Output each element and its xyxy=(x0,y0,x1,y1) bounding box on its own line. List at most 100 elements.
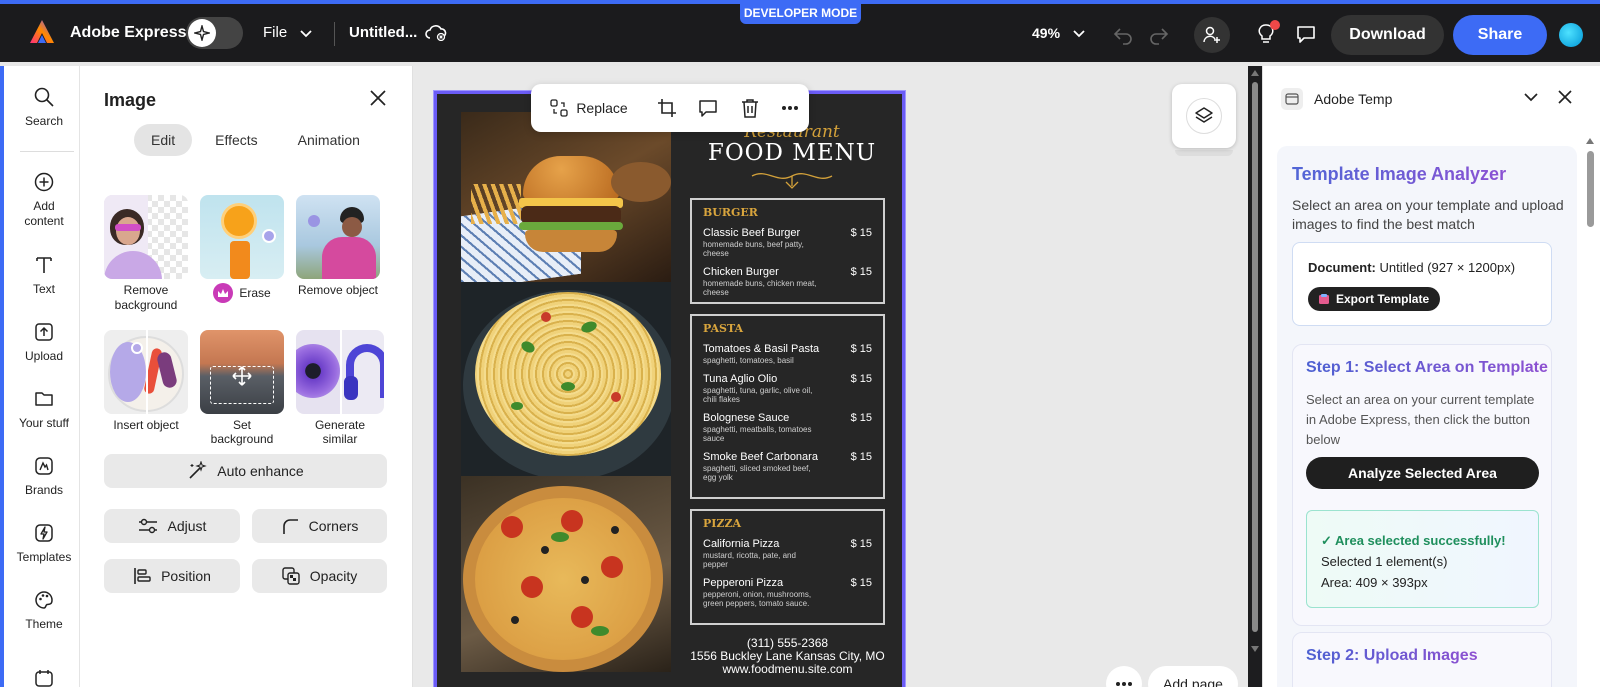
opacity-label: Opacity xyxy=(309,568,358,584)
delete-button[interactable] xyxy=(729,84,771,132)
scrollbar-thumb[interactable] xyxy=(1587,151,1594,227)
rail-item-your-stuff[interactable]: Your stuff xyxy=(4,386,84,430)
tab-edit[interactable]: Edit xyxy=(134,124,193,156)
crop-icon xyxy=(658,99,676,117)
addon-scrollbar[interactable] xyxy=(1583,136,1597,686)
remove-background-tool[interactable]: Remove background xyxy=(104,195,188,313)
set-background-tool[interactable]: Set background xyxy=(200,330,284,446)
step1-description: Select an area on your current template … xyxy=(1306,392,1535,447)
pizza-section[interactable]: PIZZA California Pizza $ 15 mustard, ric… xyxy=(690,509,885,625)
burger-section[interactable]: BURGER Classic Beef Burger $ 15 homemade… xyxy=(690,198,885,304)
dish-item: Smoke Beef Carbonara $ 15 spaghetti, sli… xyxy=(703,451,872,482)
analyze-area-button[interactable]: Analyze Selected Area xyxy=(1306,457,1539,489)
pasta-section[interactable]: PASTA Tomatoes & Basil Pasta $ 15 spaghe… xyxy=(690,314,885,499)
adjust-label: Adjust xyxy=(167,518,207,534)
left-rail: Search Add content Text Upload Your stuf… xyxy=(0,66,80,687)
avatar[interactable] xyxy=(1559,23,1583,47)
corners-button[interactable]: Corners xyxy=(252,509,387,543)
developer-mode-badge: DEVELOPER MODE xyxy=(740,4,861,24)
position-label: Position xyxy=(161,568,211,584)
pizza-photo[interactable] xyxy=(461,476,671,672)
scrollbar-thumb[interactable] xyxy=(1252,82,1258,632)
dish-description: mustard, ricotta, pate, and pepper xyxy=(703,551,796,569)
divider xyxy=(334,22,335,46)
tab-effects[interactable]: Effects xyxy=(198,124,275,156)
context-toolbar: Replace xyxy=(531,84,809,132)
replace-button[interactable]: Replace xyxy=(531,84,647,132)
zoom-control[interactable]: 49% xyxy=(1032,25,1086,41)
rail-item-more[interactable] xyxy=(4,665,84,687)
close-icon[interactable] xyxy=(1556,88,1574,106)
dish-description: spaghetti, tomatoes, basil xyxy=(703,356,794,365)
share-button[interactable]: Share xyxy=(1453,15,1547,55)
user-add-icon xyxy=(1203,26,1220,43)
menu-page[interactable]: Restaurant FOOD MENU BURGER Classic Beef… xyxy=(433,90,906,687)
document-title[interactable]: Untitled... xyxy=(349,24,447,41)
pasta-photo[interactable] xyxy=(461,282,671,476)
canvas-area[interactable]: Restaurant FOOD MENU BURGER Classic Beef… xyxy=(413,66,1259,687)
rail-item-brands[interactable]: Brands xyxy=(4,453,84,497)
rail-label-add-content: Add content xyxy=(24,199,64,228)
erase-tool[interactable]: Erase xyxy=(200,195,284,303)
comments-button[interactable] xyxy=(1292,20,1320,48)
opacity-button[interactable]: Opacity xyxy=(252,559,387,593)
photo-column[interactable] xyxy=(461,112,671,682)
auto-enhance-button[interactable]: Auto enhance xyxy=(104,454,387,488)
adjust-button[interactable]: Adjust xyxy=(104,509,240,543)
file-menu[interactable]: File xyxy=(263,24,313,41)
generate-similar-thumbnail xyxy=(296,330,384,414)
image-panel: Image Edit Effects Animation Remove back… xyxy=(80,66,413,687)
crop-button[interactable] xyxy=(647,84,687,132)
mode-toggle[interactable] xyxy=(186,17,243,49)
rail-item-add-content[interactable]: Add content xyxy=(4,169,84,229)
generate-similar-tool[interactable]: Generate similar xyxy=(296,330,384,446)
pasta-category: PASTA xyxy=(703,322,744,335)
adobe-express-logo[interactable] xyxy=(29,19,55,45)
menu-website[interactable]: www.foodmenu.site.com xyxy=(690,662,885,676)
dish-price: $ 15 xyxy=(850,577,872,589)
rail-item-theme[interactable]: Theme xyxy=(4,587,84,631)
panel-close-button[interactable] xyxy=(366,86,390,110)
export-template-button[interactable]: Export Template xyxy=(1308,287,1441,311)
undo-icon[interactable] xyxy=(1112,24,1134,46)
rail-item-search[interactable]: Search xyxy=(4,84,84,128)
more-options-button[interactable] xyxy=(771,84,809,132)
remove-background-thumbnail xyxy=(104,195,188,279)
dish-price: $ 15 xyxy=(850,266,872,278)
remove-object-tool[interactable]: Remove object xyxy=(296,195,380,297)
document-card: Document: Untitled (927 × 1200px) Export… xyxy=(1292,242,1552,326)
rail-label-templates: Templates xyxy=(16,550,72,564)
analyzer-description: Select an area on your template and uplo… xyxy=(1292,197,1564,232)
page-more-button[interactable] xyxy=(1106,666,1142,687)
comment-icon xyxy=(699,100,717,117)
insert-object-tool[interactable]: Insert object xyxy=(104,330,188,432)
tab-animation[interactable]: Animation xyxy=(281,124,377,156)
file-menu-label: File xyxy=(263,24,288,41)
dish-price: $ 15 xyxy=(850,538,872,550)
document-title-label: Untitled... xyxy=(349,24,418,41)
comment-button[interactable] xyxy=(687,84,729,132)
burger-photo[interactable] xyxy=(461,112,671,282)
redo-icon[interactable] xyxy=(1148,24,1170,46)
close-icon xyxy=(370,90,386,106)
selected-area: Area: 409 × 393px xyxy=(1321,575,1428,590)
dish-name: Smoke Beef Carbonara xyxy=(703,451,818,463)
rail-item-templates[interactable]: Templates xyxy=(4,520,84,564)
menu-header[interactable]: Restaurant FOOD MENU xyxy=(697,122,887,195)
folder-icon xyxy=(35,392,53,406)
tips-button[interactable] xyxy=(1252,20,1280,48)
move-icon xyxy=(230,364,254,388)
menu-phone[interactable]: (311) 555-2368 xyxy=(690,636,885,650)
canvas-scrollbar[interactable] xyxy=(1249,66,1261,656)
rail-item-upload[interactable]: Upload xyxy=(4,319,84,363)
chevron-down-icon[interactable] xyxy=(1522,88,1540,106)
add-page-button[interactable]: Add page xyxy=(1148,666,1238,687)
position-button[interactable]: Position xyxy=(104,559,240,593)
download-button[interactable]: Download xyxy=(1331,15,1444,55)
rail-item-text[interactable]: Text xyxy=(4,252,84,296)
dish-name: Pepperoni Pizza xyxy=(703,577,784,589)
menu-address[interactable]: 1556 Buckley Lane Kansas City, MO xyxy=(690,649,885,663)
generate-similar-label: Generate similar xyxy=(314,418,366,446)
invite-button[interactable] xyxy=(1194,17,1230,53)
layers-button[interactable] xyxy=(1172,84,1236,148)
